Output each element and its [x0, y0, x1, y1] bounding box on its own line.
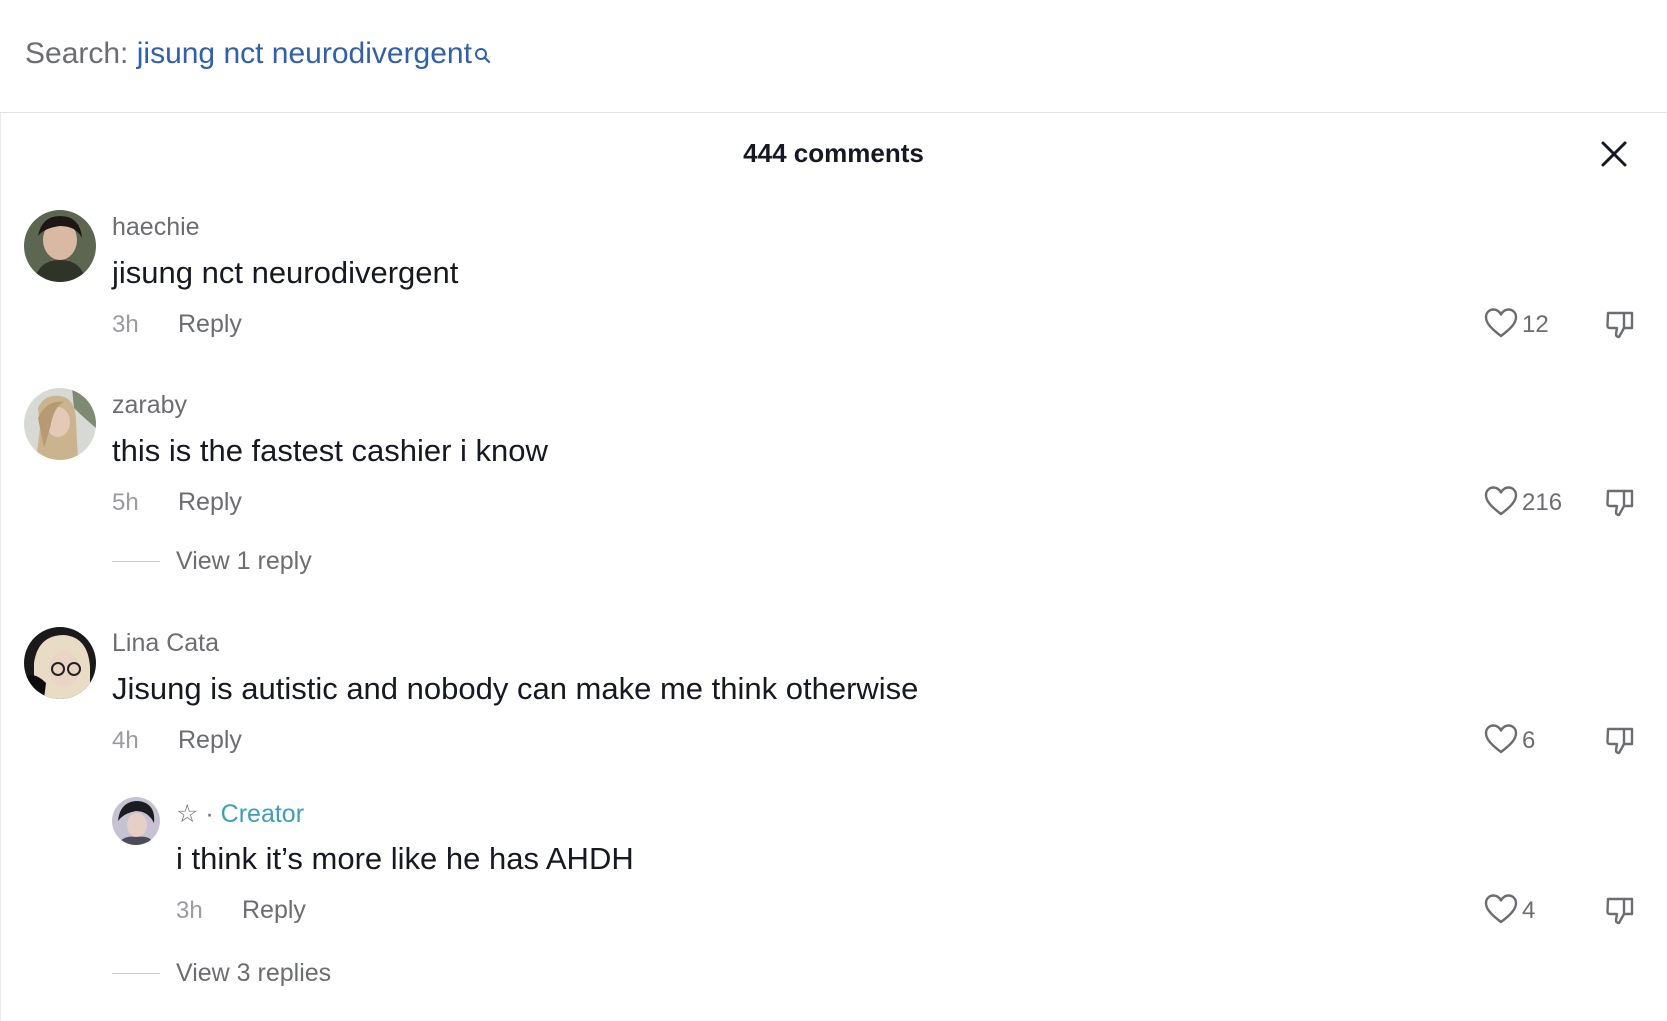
- comment-username[interactable]: haechie: [112, 213, 200, 242]
- comment-text: this is the fastest cashier i know: [112, 433, 548, 468]
- comment-username[interactable]: Lina Cata: [112, 629, 219, 658]
- heart-outline-icon[interactable]: [1484, 723, 1518, 755]
- reply-button[interactable]: Reply: [178, 310, 242, 339]
- panel-left-border: [0, 113, 1, 1021]
- reply-time: 3h: [176, 897, 203, 924]
- separator-dot: ·: [205, 800, 214, 828]
- comment-time: 5h: [112, 489, 139, 516]
- view-replies-button[interactable]: View 3 replies: [176, 959, 331, 988]
- close-icon[interactable]: [1600, 140, 1628, 168]
- thumbs-down-icon[interactable]: [1604, 308, 1636, 340]
- view-replies-divider: [112, 973, 160, 974]
- reply-button[interactable]: Reply: [178, 726, 242, 755]
- search-suggestion[interactable]: Search: jisung nct neurodivergent: [25, 34, 492, 76]
- search-label: Search:: [25, 37, 129, 70]
- view-replies-divider: [112, 561, 160, 562]
- comment-time: 4h: [112, 727, 139, 754]
- comments-count-title: 444 comments: [743, 138, 924, 168]
- thumbs-down-icon[interactable]: [1604, 894, 1636, 926]
- avatar[interactable]: [112, 797, 160, 845]
- thumbs-down-icon[interactable]: [1604, 486, 1636, 518]
- like-count: 216: [1522, 489, 1563, 516]
- heart-outline-icon[interactable]: [1484, 485, 1518, 517]
- creator-badge: Creator: [220, 800, 305, 828]
- like-count: 4: [1522, 897, 1536, 924]
- comment-text: Jisung is autistic and nobody can make m…: [112, 671, 919, 706]
- comment-text: jisung nct neurodivergent: [112, 255, 459, 290]
- like-count: 12: [1522, 311, 1549, 338]
- like-count: 6: [1522, 727, 1536, 754]
- reply-username[interactable]: ☆: [176, 800, 198, 828]
- reply-text: i think it’s more like he has AHDH: [176, 841, 634, 876]
- comment-time: 3h: [112, 311, 139, 338]
- view-replies-button[interactable]: View 1 reply: [176, 547, 312, 576]
- heart-outline-icon[interactable]: [1484, 893, 1518, 925]
- comment-username[interactable]: zaraby: [112, 391, 187, 420]
- heart-outline-icon[interactable]: [1484, 307, 1518, 339]
- avatar[interactable]: [24, 388, 96, 460]
- avatar[interactable]: [24, 210, 96, 282]
- avatar[interactable]: [24, 627, 96, 699]
- reply-author-meta: ☆ · Creator: [176, 799, 304, 829]
- reply-button[interactable]: Reply: [178, 488, 242, 517]
- reply-button[interactable]: Reply: [242, 896, 306, 925]
- search-query-link[interactable]: jisung nct neurodivergent: [137, 37, 472, 70]
- search-bar[interactable]: Search: jisung nct neurodivergent: [0, 0, 1667, 113]
- search-icon[interactable]: [474, 36, 492, 76]
- thumbs-down-icon[interactable]: [1604, 724, 1636, 756]
- comments-header: 444 comments: [0, 128, 1667, 180]
